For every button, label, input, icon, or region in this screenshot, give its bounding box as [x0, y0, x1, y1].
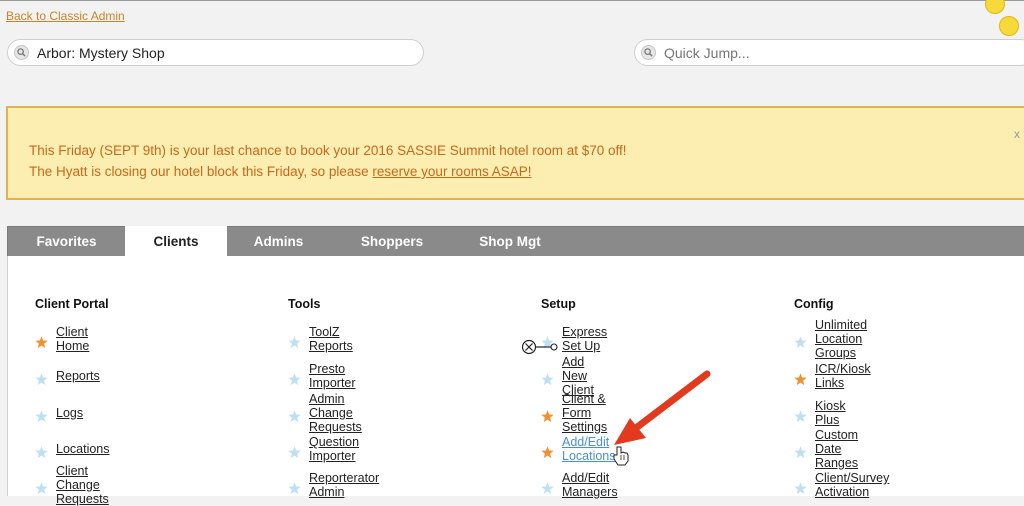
admin-tab-bar: Favorites Clients Admins Shoppers Shop M… [7, 226, 1024, 259]
menu-item[interactable]: Locations [35, 439, 110, 459]
menu-link[interactable]: Add/Edit Managers [562, 471, 618, 499]
menu-link[interactable]: Add New Client [562, 355, 594, 397]
menu-item[interactable]: Add New Client [541, 355, 594, 397]
menu-link[interactable]: Reports [56, 369, 100, 383]
star-icon[interactable] [541, 481, 554, 495]
menu-item[interactable]: Express Set Up [541, 325, 607, 353]
star-icon[interactable] [35, 445, 48, 459]
menu-link[interactable]: Unlimited Location Groups [815, 318, 867, 360]
menu-link[interactable]: Client Home [56, 325, 109, 353]
menu-link[interactable]: Kiosk Plus [815, 399, 846, 427]
star-icon[interactable] [35, 372, 48, 386]
announcement-banner: x This Friday (SEPT 9th) is your last ch… [6, 106, 1024, 200]
star-icon[interactable] [288, 372, 301, 386]
column-title: Setup [541, 297, 576, 311]
menu-link[interactable]: Client & Form Settings [562, 392, 607, 434]
star-icon[interactable] [288, 445, 301, 459]
menu-link[interactable]: Admin Change Requests [309, 392, 362, 434]
menu-link[interactable]: Client/Survey Activation [815, 471, 889, 499]
announcement-line-2: The Hyatt is closing our hotel block thi… [29, 161, 1024, 182]
menu-link[interactable]: ToolZ Reports [309, 325, 353, 353]
back-to-classic-admin-link[interactable]: Back to Classic Admin [6, 9, 125, 23]
menu-item[interactable]: Add/Edit Managers [541, 471, 618, 499]
column-config: Config Unlimited Location Groups ICR/Kio… [794, 297, 889, 499]
column-title: Client Portal [35, 297, 109, 311]
reserve-rooms-link[interactable]: reserve your rooms ASAP! [372, 164, 531, 179]
star-icon[interactable] [541, 445, 554, 459]
menu-link[interactable]: ICR/Kiosk Links [815, 362, 871, 390]
chat-badge-icon[interactable] [999, 16, 1019, 36]
menu-link[interactable]: Reporterator Admin [309, 471, 379, 499]
menu-item[interactable]: Unlimited Location Groups [794, 318, 867, 360]
star-icon[interactable] [794, 335, 807, 349]
column-tools: Tools ToolZ Reports Presto Importer Admi… [288, 297, 379, 499]
star-icon[interactable] [35, 409, 48, 423]
close-icon[interactable]: x [1014, 124, 1020, 145]
star-icon[interactable] [794, 481, 807, 495]
search-icon [641, 45, 656, 60]
top-border [0, 0, 1024, 1]
client-search-box[interactable] [7, 39, 424, 66]
menu-item[interactable]: Reporterator Admin [288, 471, 379, 499]
tab-favorites[interactable]: Favorites [8, 226, 125, 257]
menu-item[interactable]: Kiosk Plus [794, 399, 846, 427]
star-icon[interactable] [35, 335, 48, 349]
menu-item[interactable]: Client Home [35, 325, 109, 353]
tab-shop-mgt[interactable]: Shop Mgt [454, 226, 566, 257]
star-icon[interactable] [794, 372, 807, 386]
star-icon[interactable] [541, 409, 554, 423]
clients-tab-panel [7, 256, 1024, 496]
menu-item[interactable]: Client Change Requests [35, 464, 109, 506]
client-search-input[interactable] [37, 44, 367, 61]
plus-badge-icon[interactable] [985, 0, 1005, 14]
star-icon[interactable] [288, 335, 301, 349]
menu-item[interactable]: Logs [35, 403, 83, 423]
menu-item[interactable]: Reports [35, 366, 100, 386]
menu-item[interactable]: Question Importer [288, 435, 359, 463]
menu-item[interactable]: ICR/Kiosk Links [794, 362, 871, 390]
menu-item[interactable]: Client & Form Settings [541, 392, 607, 434]
star-icon[interactable] [541, 372, 554, 386]
star-icon[interactable] [794, 409, 807, 423]
tab-clients[interactable]: Clients [125, 226, 227, 259]
tab-admins[interactable]: Admins [227, 226, 330, 257]
star-icon[interactable] [794, 445, 807, 459]
menu-item[interactable]: ToolZ Reports [288, 325, 353, 353]
announcement-line-1: This Friday (SEPT 9th) is your last chan… [29, 143, 627, 158]
menu-item[interactable]: Presto Importer [288, 362, 356, 390]
menu-link[interactable]: Express Set Up [562, 325, 607, 353]
menu-link[interactable]: Question Importer [309, 435, 359, 463]
column-title: Tools [288, 297, 321, 311]
menu-link[interactable]: Logs [56, 406, 83, 420]
menu-item[interactable]: Custom Date Ranges [794, 428, 858, 470]
search-icon [14, 45, 29, 60]
menu-item-active[interactable]: Add/Edit Locations [541, 435, 616, 463]
menu-link[interactable]: Locations [56, 442, 110, 456]
tab-shoppers[interactable]: Shoppers [330, 226, 454, 257]
menu-item[interactable]: Client/Survey Activation [794, 471, 889, 499]
quick-jump-input[interactable] [664, 44, 994, 61]
column-client-portal: Client Portal Client Home Reports Logs L… [35, 297, 110, 506]
star-icon[interactable] [288, 409, 301, 423]
column-title: Config [794, 297, 834, 311]
menu-link-add-edit-locations[interactable]: Add/Edit Locations [562, 435, 616, 463]
menu-link[interactable]: Client Change Requests [56, 464, 109, 506]
star-icon[interactable] [35, 481, 48, 495]
quick-jump-box[interactable] [634, 39, 1024, 66]
menu-item[interactable]: Admin Change Requests [288, 392, 362, 434]
menu-link[interactable]: Presto Importer [309, 362, 356, 390]
announcement-line-2-text: The Hyatt is closing our hotel block thi… [29, 164, 373, 179]
menu-link[interactable]: Custom Date Ranges [815, 428, 858, 470]
column-setup: Setup Express Set Up Add New Client Clie… [541, 297, 618, 499]
star-icon[interactable] [288, 481, 301, 495]
star-icon[interactable] [541, 335, 554, 349]
